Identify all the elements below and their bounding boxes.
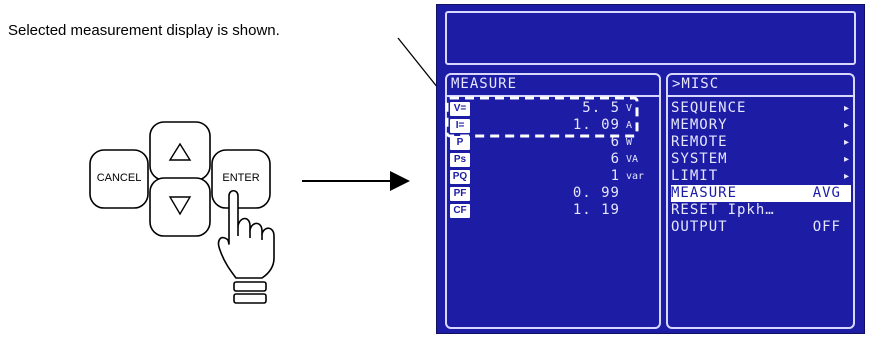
selection-dashed-box [445, 96, 639, 138]
figure: Selected measurement display is shown. C… [0, 0, 873, 338]
highlight-overlay [445, 96, 639, 138]
enter-key-label: ENTER [222, 172, 260, 184]
cancel-key-label: CANCEL [96, 172, 142, 184]
lcd-screen: MEASURE V= 5. 5 V I= 1. 09 A P 6 W Ps 6 VA PQ 1 var PF 0… [436, 4, 865, 334]
